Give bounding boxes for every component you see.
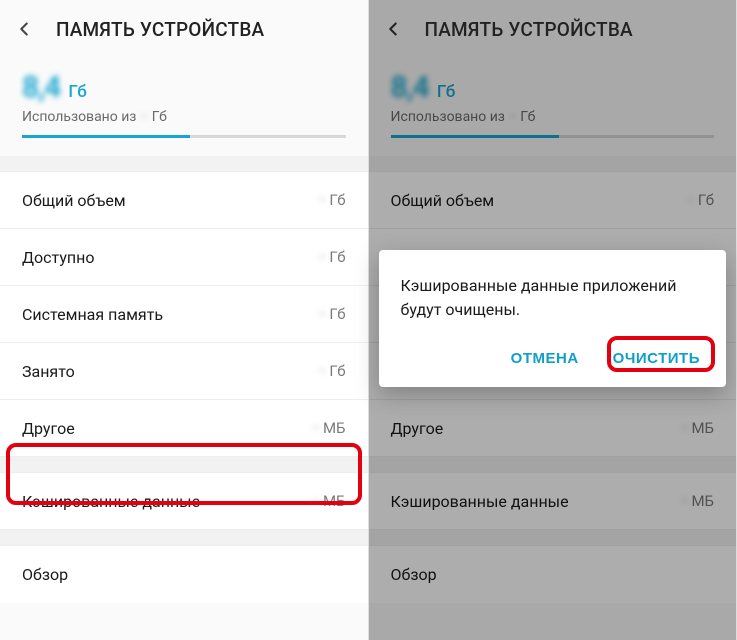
total-amount: ·· bbox=[140, 109, 147, 125]
section-divider bbox=[0, 156, 368, 172]
row-label: Общий объем bbox=[22, 191, 126, 210]
storage-progress-fill bbox=[22, 135, 190, 138]
row-value: ··МБ bbox=[312, 419, 345, 437]
page-title: ПАМЯТЬ УСТРОЙСТВА bbox=[56, 18, 264, 41]
row-total[interactable]: Общий объем ··Гб bbox=[0, 172, 368, 229]
section-divider bbox=[0, 457, 368, 473]
summary-subtitle-prefix: Использовано из bbox=[22, 109, 136, 125]
row-cached-data[interactable]: Кэшированные данные ··МБ bbox=[0, 473, 368, 530]
row-explore[interactable]: Обзор bbox=[0, 546, 368, 603]
section-divider bbox=[0, 530, 368, 546]
clear-cache-dialog: Кэшированные данные приложений будут очи… bbox=[379, 250, 727, 387]
confirm-button[interactable]: ОЧИСТИТЬ bbox=[609, 344, 704, 373]
row-available[interactable]: Доступно ··Гб bbox=[0, 229, 368, 286]
storage-summary: 8,4 Гб Использовано из ·· Гб bbox=[0, 58, 368, 125]
total-unit: Гб bbox=[152, 109, 167, 125]
row-value: ··Гб bbox=[319, 248, 346, 266]
row-value: ··МБ bbox=[312, 492, 345, 510]
storage-progress-bar bbox=[22, 135, 346, 138]
row-label: Системная память bbox=[22, 305, 163, 324]
row-used[interactable]: Занято ··Гб bbox=[0, 343, 368, 400]
row-other[interactable]: Другое ··МБ bbox=[0, 400, 368, 457]
used-unit: Гб bbox=[68, 82, 86, 102]
screen-right: ПАМЯТЬ УСТРОЙСТВА 8,4 Гб Использовано из… bbox=[369, 0, 737, 640]
row-label: Кэшированные данные bbox=[22, 492, 200, 511]
storage-list: Общий объем ··Гб Доступно ··Гб Системная… bbox=[0, 172, 368, 603]
app-header: ПАМЯТЬ УСТРОЙСТВА bbox=[0, 0, 368, 58]
dialog-actions: ОТМЕНА ОЧИСТИТЬ bbox=[401, 344, 705, 373]
row-label: Обзор bbox=[22, 565, 68, 584]
row-label: Доступно bbox=[22, 248, 94, 267]
row-system[interactable]: Системная память ··Гб bbox=[0, 286, 368, 343]
used-amount: 8,4 bbox=[22, 70, 60, 105]
back-icon[interactable] bbox=[10, 15, 38, 43]
screen-left: ПАМЯТЬ УСТРОЙСТВА 8,4 Гб Использовано из… bbox=[0, 0, 369, 640]
cancel-button[interactable]: ОТМЕНА bbox=[507, 344, 583, 373]
row-label: Занято bbox=[22, 362, 75, 381]
row-label: Другое bbox=[22, 419, 75, 438]
dialog-message: Кэшированные данные приложений будут очи… bbox=[401, 274, 705, 322]
row-value: ··Гб bbox=[319, 305, 346, 323]
row-value: ··Гб bbox=[319, 362, 346, 380]
row-value: ··Гб bbox=[319, 191, 346, 209]
